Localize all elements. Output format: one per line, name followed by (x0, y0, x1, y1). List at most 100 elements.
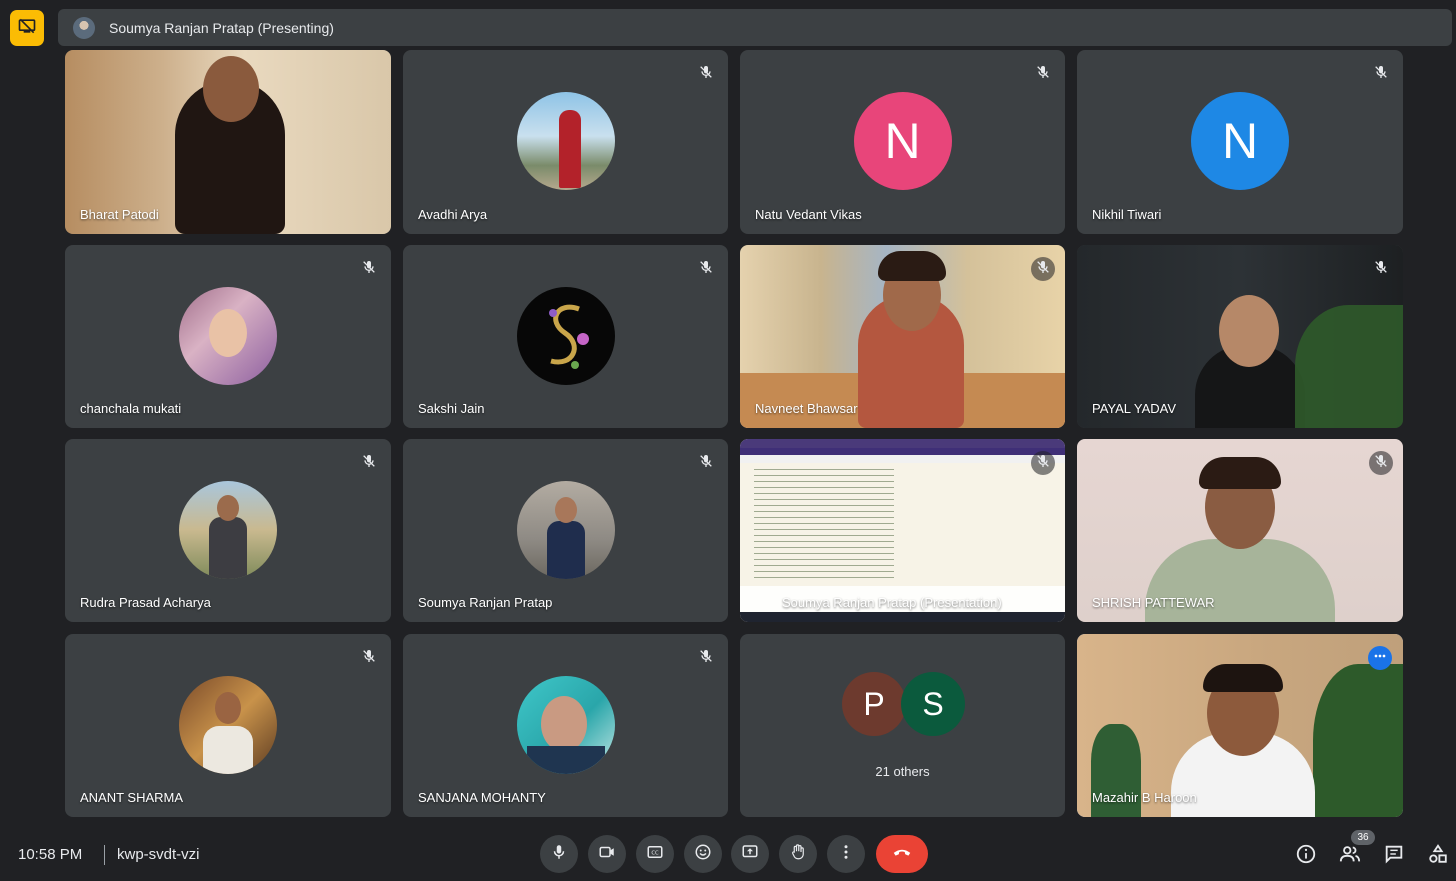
mic-off-icon (698, 64, 714, 85)
participant-tile[interactable]: Soumya Ranjan Pratap (403, 439, 728, 622)
mic-off-icon (1373, 259, 1389, 280)
meeting-time: 10:58 PM (18, 846, 83, 863)
mute-indicator (1031, 62, 1055, 86)
mic-off-icon (698, 648, 714, 669)
end-call-button[interactable] (876, 835, 928, 873)
camera-button[interactable] (588, 835, 626, 873)
participant-avatar: N (853, 92, 952, 190)
participant-name: chanchala mukati (80, 401, 182, 416)
participant-avatar (516, 481, 615, 579)
mic-off-icon (361, 259, 377, 280)
mic-off-icon (1035, 453, 1051, 474)
mute-indicator (694, 62, 718, 86)
present-icon (741, 843, 759, 866)
mic-off-icon (698, 259, 714, 280)
raise-hand-button[interactable] (779, 835, 817, 873)
people-button[interactable] (1337, 843, 1363, 869)
end-call-icon (891, 841, 913, 868)
others-avatar: P (842, 672, 906, 736)
meeting-code: kwp-svdt-vzi (117, 846, 200, 863)
bottom-toolbar: 10:58 PM kwp-svdt-vzi CC 36 (0, 830, 1456, 881)
participant-name: Avadhi Arya (418, 207, 488, 222)
mute-indicator (357, 646, 381, 670)
present-button[interactable] (731, 835, 769, 873)
participant-tile[interactable]: SANJANA MOHANTY (403, 634, 728, 817)
participant-options-button[interactable] (1368, 646, 1392, 670)
participant-name: Natu Vedant Vikas (755, 207, 862, 222)
participant-avatar (516, 287, 615, 385)
presenter-bar[interactable]: Soumya Ranjan Pratap (Presenting) (58, 9, 1452, 46)
chat-icon (1383, 843, 1405, 870)
mic-off-icon (1035, 259, 1051, 280)
participant-tile[interactable]: Avadhi Arya (403, 50, 728, 234)
presenter-avatar (73, 16, 95, 39)
mute-indicator (1369, 257, 1393, 281)
mic-button[interactable] (540, 835, 578, 873)
participant-tile[interactable]: Sakshi Jain (403, 245, 728, 428)
participant-avatar (179, 481, 277, 579)
mic-off-icon (1373, 453, 1389, 474)
participant-name: SHRISH PATTEWAR (1092, 595, 1215, 610)
mic-off-icon (1035, 64, 1051, 85)
participant-name: Nikhil Tiwari (1092, 207, 1162, 222)
participant-tile[interactable]: Rudra Prasad Acharya (65, 439, 391, 622)
meeting-info-button[interactable] (1293, 843, 1319, 869)
mute-indicator (694, 646, 718, 670)
mute-indicator (1031, 451, 1055, 475)
participant-tile[interactable]: PAYAL YADAV (1077, 245, 1403, 428)
activities-button[interactable] (1425, 843, 1451, 869)
others-count-label: 21 others (875, 764, 930, 779)
participant-name: PAYAL YADAV (1092, 401, 1177, 416)
info-icon (1295, 843, 1317, 870)
participant-name: SANJANA MOHANTY (418, 790, 546, 805)
mute-indicator (357, 451, 381, 475)
mute-indicator (1369, 451, 1393, 475)
participant-avatar (516, 92, 615, 190)
participant-name: Navneet Bhawsar (755, 401, 858, 416)
participant-tile[interactable]: chanchala mukati (65, 245, 391, 428)
mic-off-icon (1373, 64, 1389, 85)
mute-indicator (1369, 62, 1393, 86)
participant-name: Soumya Ranjan Pratap (Presentation) (782, 595, 1002, 610)
emoji-icon (694, 843, 712, 866)
presentation-badge[interactable] (10, 10, 44, 46)
more-vert-icon (837, 843, 855, 866)
mic-off-icon (698, 453, 714, 474)
captions-icon: CC (646, 843, 664, 866)
mute-indicator (1031, 257, 1055, 281)
raise-hand-icon (789, 843, 807, 866)
participant-avatar (179, 676, 277, 774)
divider (104, 845, 105, 865)
mic-off-icon (361, 648, 377, 669)
participant-name: Bharat Patodi (80, 207, 159, 222)
captions-button[interactable]: CC (636, 835, 674, 873)
more-options-button[interactable] (827, 835, 865, 873)
others-avatars: P S (740, 672, 1065, 738)
screen-share-off-icon (17, 16, 37, 41)
participant-tile[interactable]: N Natu Vedant Vikas (740, 50, 1065, 234)
participant-tile[interactable]: ANANT SHARMA (65, 634, 391, 817)
others-tile[interactable]: P S 21 others (740, 634, 1065, 817)
mic-off-icon (361, 453, 377, 474)
people-icon (1339, 843, 1361, 870)
participant-tile[interactable]: SHRISH PATTEWAR (1077, 439, 1403, 622)
participant-name: Sakshi Jain (418, 401, 485, 416)
camera-icon (598, 843, 616, 866)
participant-tile[interactable]: Navneet Bhawsar (740, 245, 1065, 428)
participant-avatar: N (1191, 92, 1289, 190)
participant-avatar (516, 676, 615, 774)
presentation-tile[interactable]: Soumya Ranjan Pratap (Presentation) (740, 439, 1065, 622)
mute-indicator (694, 451, 718, 475)
participant-name: Mazahir B Haroon (1092, 790, 1197, 805)
participant-tile[interactable]: Mazahir B Haroon (1077, 634, 1403, 817)
activities-icon (1427, 843, 1449, 870)
participant-name: Soumya Ranjan Pratap (418, 595, 553, 610)
svg-text:CC: CC (651, 850, 659, 856)
participant-name: ANANT SHARMA (80, 790, 184, 805)
emoji-button[interactable] (684, 835, 722, 873)
chat-button[interactable] (1381, 843, 1407, 869)
presenter-label: Soumya Ranjan Pratap (Presenting) (109, 19, 334, 36)
mute-indicator (694, 257, 718, 281)
participant-tile[interactable]: Bharat Patodi (65, 50, 391, 234)
participant-tile[interactable]: N Nikhil Tiwari (1077, 50, 1403, 234)
